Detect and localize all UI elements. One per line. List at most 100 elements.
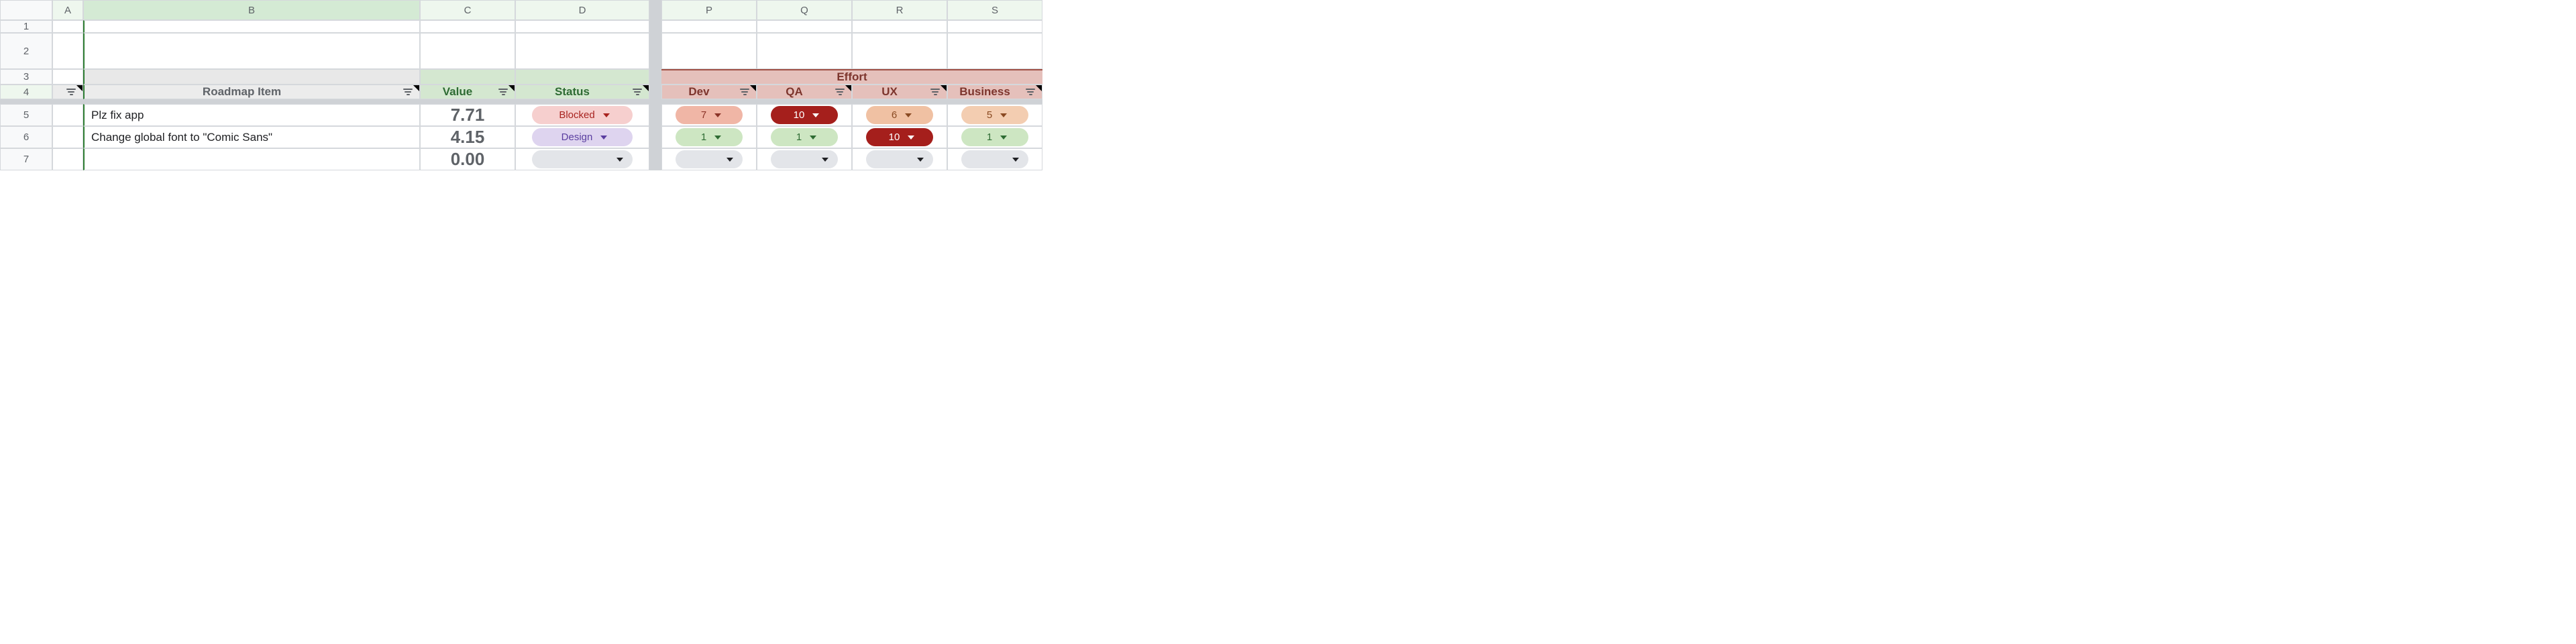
cell-Q1[interactable] [757, 20, 852, 33]
cell-A7[interactable] [52, 148, 83, 170]
filter-icon[interactable] [631, 89, 643, 95]
cell-D5[interactable]: Blocked [515, 104, 649, 126]
frozen-pane-separator [649, 20, 661, 33]
frozen-pane-separator [649, 0, 661, 20]
filter-icon[interactable] [1024, 89, 1036, 95]
cell-B6[interactable]: Change global font to "Comic Sans" [83, 126, 420, 148]
subheader-dev-label: Dev [662, 85, 736, 99]
row-header-1[interactable]: 1 [0, 20, 52, 33]
title-cell[interactable]: Priority Matrix [83, 33, 420, 69]
filter-icon[interactable] [402, 89, 414, 95]
cell-B3[interactable] [83, 69, 420, 85]
cell-D3[interactable] [515, 69, 649, 85]
cell-A5[interactable] [52, 104, 83, 126]
cell-Q6[interactable]: 1 [757, 126, 852, 148]
subheader-roadmap[interactable]: Roadmap Item [83, 85, 420, 99]
cell-P1[interactable] [661, 20, 757, 33]
cell-R1[interactable] [852, 20, 947, 33]
cell-A6[interactable] [52, 126, 83, 148]
cell-P5[interactable]: 7 [661, 104, 757, 126]
col-header-A[interactable]: A [52, 0, 83, 20]
effort-group-header[interactable]: Effort [661, 69, 1042, 85]
cell-B5[interactable]: Plz fix app [83, 104, 420, 126]
cell-C5[interactable]: 7.71 [420, 104, 515, 126]
cell-R6[interactable]: 10 [852, 126, 947, 148]
subheader-dev[interactable]: Dev [661, 85, 757, 99]
subheader-ux[interactable]: UX [852, 85, 947, 99]
effort-ux-chip[interactable]: 10 [866, 128, 933, 146]
cell-C3[interactable] [420, 69, 515, 85]
col-header-R[interactable]: R [852, 0, 947, 20]
subheader-value[interactable]: Value [420, 85, 515, 99]
effort-dev-chip[interactable]: 1 [676, 128, 743, 146]
subheader-qa[interactable]: QA [757, 85, 852, 99]
row-header-5[interactable]: 5 [0, 104, 52, 126]
effort-ux-chip[interactable] [866, 150, 933, 168]
effort-qa-chip[interactable]: 1 [771, 128, 838, 146]
subheader-A[interactable] [52, 85, 83, 99]
cell-D6[interactable]: Design [515, 126, 649, 148]
effort-business-chip[interactable]: 5 [961, 106, 1028, 124]
select-all-corner[interactable] [0, 0, 52, 20]
cell-S6[interactable]: 1 [947, 126, 1042, 148]
effort-qa-chip[interactable]: 10 [771, 106, 838, 124]
cell-S2[interactable] [947, 33, 1042, 69]
cell-D2[interactable] [515, 33, 649, 69]
filter-icon[interactable] [497, 89, 509, 95]
cell-B7[interactable] [83, 148, 420, 170]
status-chip[interactable] [532, 150, 633, 168]
cell-Q7[interactable] [757, 148, 852, 170]
filter-icon[interactable] [739, 89, 751, 95]
cell-P2[interactable] [661, 33, 757, 69]
chevron-down-icon [917, 158, 924, 162]
cell-C6[interactable]: 4.15 [420, 126, 515, 148]
cell-P6[interactable]: 1 [661, 126, 757, 148]
col-header-C[interactable]: C [420, 0, 515, 20]
filter-triangle-icon [76, 85, 83, 91]
cell-Q2[interactable] [757, 33, 852, 69]
col-header-S[interactable]: S [947, 0, 1042, 20]
status-chip[interactable]: Blocked [532, 106, 633, 124]
cell-S7[interactable] [947, 148, 1042, 170]
cell-B1[interactable] [83, 20, 420, 33]
cell-R7[interactable] [852, 148, 947, 170]
filter-icon[interactable] [65, 89, 77, 95]
effort-dev-chip[interactable] [676, 150, 743, 168]
effort-dev-chip[interactable]: 7 [676, 106, 743, 124]
cell-A2[interactable] [52, 33, 83, 69]
col-header-B[interactable]: B [83, 0, 420, 20]
col-header-D[interactable]: D [515, 0, 649, 20]
row-header-3[interactable]: 3 [0, 69, 52, 85]
effort-ux-chip[interactable]: 6 [866, 106, 933, 124]
filter-triangle-icon [643, 85, 649, 91]
effort-qa-chip[interactable] [771, 150, 838, 168]
effort-business-chip[interactable]: 1 [961, 128, 1028, 146]
row-header-6[interactable]: 6 [0, 126, 52, 148]
row-header-4[interactable]: 4 [0, 85, 52, 99]
col-header-Q[interactable]: Q [757, 0, 852, 20]
cell-Q5[interactable]: 10 [757, 104, 852, 126]
subheader-business[interactable]: Business [947, 85, 1042, 99]
cell-C2[interactable] [420, 33, 515, 69]
row-header-7[interactable]: 7 [0, 148, 52, 170]
frozen-pane-separator [649, 104, 661, 126]
effort-business-chip[interactable] [961, 150, 1028, 168]
cell-D1[interactable] [515, 20, 649, 33]
cell-S5[interactable]: 5 [947, 104, 1042, 126]
filter-icon[interactable] [929, 89, 941, 95]
row-header-2[interactable]: 2 [0, 33, 52, 69]
cell-A3[interactable] [52, 69, 83, 85]
cell-C1[interactable] [420, 20, 515, 33]
filter-icon[interactable] [834, 89, 846, 95]
cell-R2[interactable] [852, 33, 947, 69]
status-chip[interactable]: Design [532, 128, 633, 146]
cell-A1[interactable] [52, 20, 83, 33]
cell-D7[interactable] [515, 148, 649, 170]
cell-P7[interactable] [661, 148, 757, 170]
subheader-status[interactable]: Status [515, 85, 649, 99]
cell-R5[interactable]: 6 [852, 104, 947, 126]
cell-C7[interactable]: 0.00 [420, 148, 515, 170]
subheader-value-label: Value [421, 85, 494, 99]
col-header-P[interactable]: P [661, 0, 757, 20]
cell-S1[interactable] [947, 20, 1042, 33]
